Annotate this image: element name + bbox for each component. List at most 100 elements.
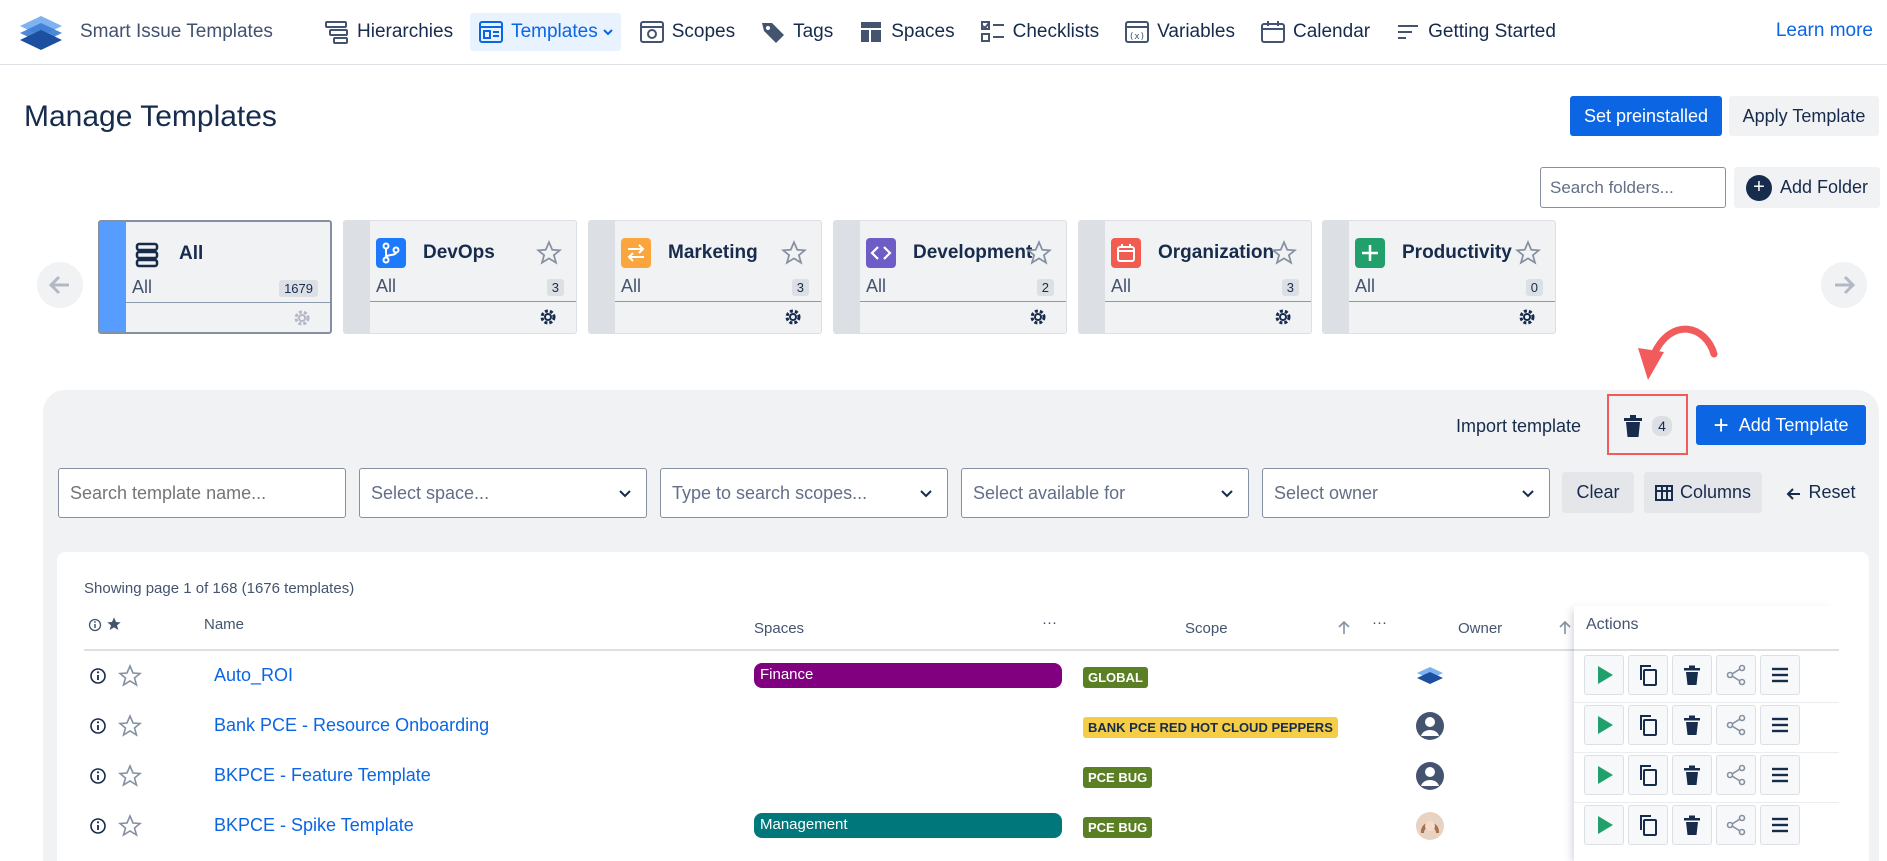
more-menu-button[interactable] bbox=[1760, 755, 1800, 795]
folder-card-development[interactable]: Development All 2 bbox=[833, 220, 1067, 334]
column-menu-button[interactable]: ··· bbox=[1372, 614, 1387, 631]
nav-tags[interactable]: Tags bbox=[752, 13, 840, 51]
sort-arrow-icon[interactable] bbox=[1558, 620, 1572, 636]
info-icon[interactable] bbox=[89, 667, 107, 685]
table-row[interactable]: Auto_ROI Finance GLOBAL bbox=[84, 654, 1574, 704]
star-icon[interactable] bbox=[118, 764, 142, 788]
gear-icon[interactable] bbox=[1028, 307, 1048, 327]
column-header-scope[interactable]: Scope bbox=[1185, 620, 1228, 637]
apply-button[interactable] bbox=[1584, 755, 1624, 795]
star-icon[interactable] bbox=[1026, 240, 1052, 266]
reset-button[interactable]: Reset bbox=[1776, 472, 1866, 513]
more-menu-button[interactable] bbox=[1760, 705, 1800, 745]
scopes-select[interactable]: Type to search scopes... bbox=[660, 468, 948, 518]
nav-hierarchies[interactable]: Hierarchies bbox=[316, 13, 460, 51]
template-name-link[interactable]: Auto_ROI bbox=[214, 665, 293, 686]
gear-icon[interactable] bbox=[1517, 307, 1537, 327]
table-row[interactable]: Bank PCE - Resource Onboarding BANK PCE … bbox=[84, 704, 1574, 754]
star-icon[interactable] bbox=[118, 714, 142, 738]
star-icon[interactable] bbox=[536, 240, 562, 266]
sort-arrow-icon[interactable] bbox=[1337, 620, 1351, 636]
copy-button[interactable] bbox=[1628, 805, 1668, 845]
folder-card-marketing[interactable]: Marketing All 3 bbox=[588, 220, 822, 334]
nav-templates[interactable]: Templates bbox=[470, 13, 621, 51]
gear-icon[interactable] bbox=[538, 307, 558, 327]
apply-button[interactable] bbox=[1584, 705, 1624, 745]
column-header-spaces[interactable]: Spaces bbox=[754, 620, 804, 637]
folders-prev-button[interactable] bbox=[37, 262, 83, 308]
table-row[interactable]: BKPCE - Spike Template Management PCE BU… bbox=[84, 804, 1574, 854]
nav-spaces[interactable]: Spaces bbox=[850, 13, 961, 51]
trash-button[interactable]: 4 bbox=[1617, 409, 1677, 443]
template-name-link[interactable]: BKPCE - Spike Template bbox=[214, 815, 414, 836]
apply-template-button[interactable]: Apply Template bbox=[1729, 96, 1879, 136]
star-icon[interactable] bbox=[1515, 240, 1541, 266]
column-menu-button[interactable]: ··· bbox=[1042, 614, 1057, 631]
folder-card-all[interactable]: All All 1679 bbox=[98, 220, 332, 334]
clear-filters-button[interactable]: Clear bbox=[1562, 472, 1634, 513]
stack-icon bbox=[132, 239, 162, 269]
row-divider bbox=[1574, 702, 1839, 703]
template-name-link[interactable]: BKPCE - Feature Template bbox=[214, 765, 431, 786]
add-folder-button[interactable]: + Add Folder bbox=[1734, 167, 1880, 208]
share-button[interactable] bbox=[1716, 755, 1756, 795]
column-header-name[interactable]: Name bbox=[204, 616, 244, 633]
nav-variables[interactable]: (x) Variables bbox=[1116, 13, 1242, 51]
folder-stripe bbox=[589, 221, 615, 333]
columns-button[interactable]: Columns bbox=[1644, 472, 1762, 513]
info-icon[interactable] bbox=[89, 717, 107, 735]
template-name-link[interactable]: Bank PCE - Resource Onboarding bbox=[214, 715, 489, 736]
gear-icon[interactable] bbox=[1273, 307, 1293, 327]
more-menu-button[interactable] bbox=[1760, 655, 1800, 695]
page-title: Manage Templates bbox=[24, 100, 277, 133]
owner-select[interactable]: Select owner bbox=[1262, 468, 1550, 518]
space-select[interactable]: Select space... bbox=[359, 468, 647, 518]
more-menu-button[interactable] bbox=[1760, 805, 1800, 845]
import-template-link[interactable]: Import template bbox=[1456, 416, 1581, 437]
delete-button[interactable] bbox=[1672, 755, 1712, 795]
row-divider bbox=[1574, 802, 1839, 803]
row-actions bbox=[1584, 655, 1804, 699]
nav-calendar[interactable]: Calendar bbox=[1252, 13, 1377, 51]
folder-card-productivity[interactable]: Productivity All 0 bbox=[1322, 220, 1556, 334]
copy-button[interactable] bbox=[1628, 705, 1668, 745]
table-row[interactable]: BKPCE - Feature Template PCE BUG bbox=[84, 754, 1574, 804]
column-header-owner[interactable]: Owner bbox=[1458, 620, 1502, 637]
folder-card-devops[interactable]: DevOps All 3 bbox=[343, 220, 577, 334]
copy-button[interactable] bbox=[1628, 755, 1668, 795]
folder-search-input[interactable] bbox=[1540, 167, 1726, 208]
folder-card-organization[interactable]: Organization All 3 bbox=[1078, 220, 1312, 334]
info-icon[interactable] bbox=[89, 767, 107, 785]
nav-scopes[interactable]: Scopes bbox=[631, 13, 742, 51]
apply-button[interactable] bbox=[1584, 655, 1624, 695]
apply-button[interactable] bbox=[1584, 805, 1624, 845]
info-icon[interactable] bbox=[89, 817, 107, 835]
star-icon[interactable] bbox=[781, 240, 807, 266]
copy-button[interactable] bbox=[1628, 655, 1668, 695]
brand[interactable]: Smart Issue Templates bbox=[18, 12, 288, 52]
folders-next-button[interactable] bbox=[1821, 262, 1867, 308]
row-actions bbox=[1584, 755, 1804, 799]
share-button[interactable] bbox=[1716, 805, 1756, 845]
nav-checklists[interactable]: Checklists bbox=[972, 13, 1107, 51]
template-search-input[interactable] bbox=[58, 468, 346, 518]
delete-button[interactable] bbox=[1672, 805, 1712, 845]
delete-button[interactable] bbox=[1672, 655, 1712, 695]
set-preinstalled-button[interactable]: Set preinstalled bbox=[1570, 96, 1722, 136]
gear-icon[interactable] bbox=[292, 308, 312, 328]
learn-more-link[interactable]: Learn more bbox=[1776, 20, 1873, 42]
nav-getting-started[interactable]: Getting Started bbox=[1387, 13, 1563, 51]
star-icon[interactable] bbox=[118, 814, 142, 838]
gear-icon[interactable] bbox=[783, 307, 803, 327]
star-icon[interactable] bbox=[1271, 240, 1297, 266]
share-button[interactable] bbox=[1716, 705, 1756, 745]
folder-count: 3 bbox=[546, 279, 564, 296]
delete-button[interactable] bbox=[1672, 705, 1712, 745]
add-template-button[interactable]: + Add Template bbox=[1696, 405, 1866, 445]
annotation-arrow-icon bbox=[1638, 325, 1718, 380]
share-button[interactable] bbox=[1716, 655, 1756, 695]
user-avatar-icon bbox=[1416, 762, 1444, 790]
available-for-select[interactable]: Select available for bbox=[961, 468, 1249, 518]
star-icon[interactable] bbox=[118, 664, 142, 688]
scope-badge: PCE BUG bbox=[1083, 817, 1153, 838]
